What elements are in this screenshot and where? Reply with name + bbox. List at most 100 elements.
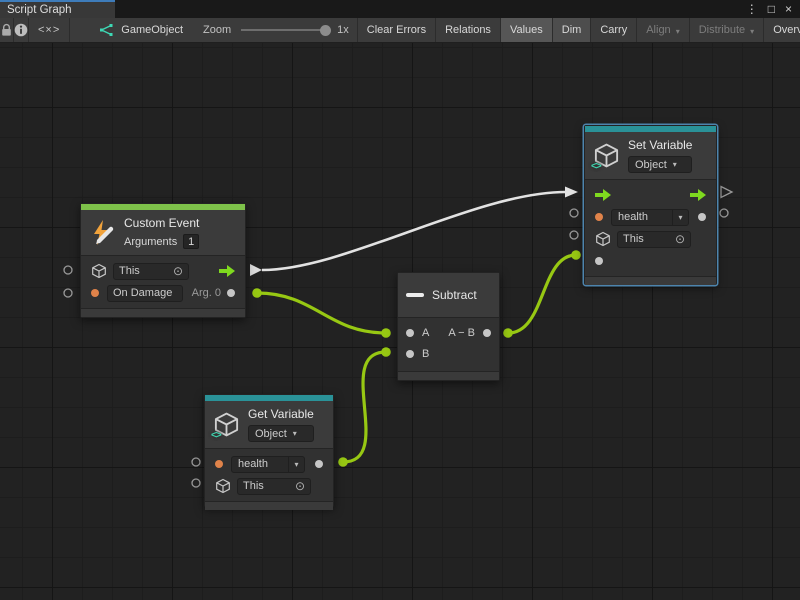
object-picker-icon[interactable]: ⊙: [295, 480, 305, 492]
chevron-down-icon: ▾: [672, 210, 688, 225]
name-port-icon[interactable]: [215, 460, 223, 468]
window-tab-bar: Script Graph ⋮ □ ×: [0, 0, 800, 18]
external-port-circle[interactable]: [570, 231, 578, 239]
value-output-port-icon[interactable]: [698, 213, 706, 221]
variable-cube-icon: <>: [213, 411, 240, 438]
graph-owner-chip[interactable]: GameObject: [92, 18, 189, 42]
variable-scope-dropdown[interactable]: Object ▾: [628, 156, 692, 173]
window-maximize-icon[interactable]: □: [768, 0, 775, 18]
arguments-input[interactable]: 1: [183, 234, 199, 249]
arg-output-port-icon[interactable]: [227, 289, 235, 297]
flow-output-arrow-icon[interactable]: [690, 189, 706, 201]
overview-button[interactable]: Overview: [764, 18, 800, 42]
minus-icon: [406, 293, 424, 297]
window-close-icon[interactable]: ×: [785, 0, 792, 18]
zoom-slider[interactable]: [241, 29, 329, 31]
tab-title: Script Graph: [7, 4, 72, 16]
wire-endpoint[interactable]: [503, 328, 513, 338]
zoom-label: Zoom: [203, 24, 231, 36]
variable-cube-icon: <>: [593, 142, 620, 169]
target-object-field[interactable]: This ⊙: [237, 478, 311, 495]
lock-icon: [0, 23, 13, 37]
object-picker-icon[interactable]: ⊙: [173, 265, 183, 277]
zoom-value: 1x: [337, 24, 349, 36]
flow-input-arrow-icon[interactable]: [595, 189, 611, 201]
wire-endpoint[interactable]: [381, 347, 391, 357]
chevron-down-icon: ▾: [750, 27, 754, 36]
node-title: Subtract: [432, 288, 477, 302]
info-button[interactable]: [14, 18, 29, 42]
port-row-target: This ⊙: [585, 228, 716, 250]
wire-endpoint[interactable]: [571, 250, 581, 260]
output-label: A − B: [448, 327, 475, 339]
node-set-variable[interactable]: <> Set Variable Object ▾: [584, 125, 717, 285]
distribute-dropdown-button[interactable]: Distribute ▾: [690, 18, 764, 42]
target-object-field[interactable]: This ⊙: [617, 231, 691, 248]
align-dropdown-button[interactable]: Align ▾: [637, 18, 689, 42]
input-a-port-icon[interactable]: [406, 329, 414, 337]
external-port-circle[interactable]: [192, 458, 200, 466]
external-port-circle[interactable]: [570, 209, 578, 217]
target-object-field[interactable]: This ⊙: [113, 263, 189, 280]
wire-getvariable-subtract-b[interactable]: [343, 352, 386, 462]
wire-arrowhead-icon: [565, 187, 578, 198]
external-port-circle[interactable]: [64, 266, 72, 274]
event-name-field[interactable]: On Damage: [107, 285, 183, 302]
port-row-target: This ⊙: [205, 475, 333, 497]
arg-port-label: Arg. 0: [192, 287, 221, 299]
flow-output-triangle[interactable]: [250, 264, 262, 276]
output-port-icon[interactable]: [483, 329, 491, 337]
values-toggle-button[interactable]: Values: [501, 18, 553, 42]
wire-endpoint[interactable]: [381, 328, 391, 338]
wire-flow-customevent-setvariable[interactable]: [262, 192, 566, 270]
port-row-name: health ▾: [205, 453, 333, 475]
port-row-a: A A − B: [398, 322, 499, 343]
object-picker-icon[interactable]: ⊙: [675, 233, 685, 245]
wire-subtract-setvariable[interactable]: [508, 255, 576, 333]
variable-name-dropdown[interactable]: health ▾: [231, 456, 305, 473]
wire-endpoint[interactable]: [338, 457, 348, 467]
value-input-port-icon[interactable]: [595, 257, 603, 265]
wire-arg0-subtract-a[interactable]: [257, 293, 386, 333]
wire-endpoint[interactable]: [252, 288, 262, 298]
chevron-down-icon: ▾: [673, 160, 677, 169]
lock-button[interactable]: [0, 18, 14, 42]
node-footer: [585, 276, 716, 285]
port-row-value-input: [585, 250, 716, 272]
value-output-port-icon[interactable]: [315, 460, 323, 468]
value-port-icon[interactable]: [91, 289, 99, 297]
node-title: Set Variable: [628, 138, 692, 152]
variable-name-dropdown[interactable]: health ▾: [611, 209, 689, 226]
node-title: Get Variable: [248, 407, 314, 421]
carry-toggle-button[interactable]: Carry: [591, 18, 637, 42]
node-subtract[interactable]: Subtract A A − B B: [397, 272, 500, 381]
relations-button[interactable]: Relations: [436, 18, 501, 42]
node-custom-event[interactable]: Custom Event Arguments 1 This ⊙: [80, 203, 246, 318]
port-row-flow: [585, 184, 716, 206]
graph-owner-label: GameObject: [121, 24, 183, 36]
external-port-circle[interactable]: [192, 479, 200, 487]
tab-script-graph[interactable]: Script Graph: [0, 0, 115, 18]
cube-icon: [215, 478, 231, 494]
flow-output-arrow-icon[interactable]: [219, 265, 235, 277]
input-b-port-icon[interactable]: [406, 350, 414, 358]
clear-errors-button[interactable]: Clear Errors: [358, 18, 436, 42]
chevron-down-icon: ▾: [288, 457, 304, 472]
port-row-b: B: [398, 343, 499, 364]
chevron-down-icon: ▾: [676, 27, 680, 36]
external-port-circle[interactable]: [720, 209, 728, 217]
code-view-toggle[interactable]: <×>: [29, 18, 70, 42]
graph-canvas[interactable]: Custom Event Arguments 1 This ⊙: [0, 43, 800, 600]
zoom-slider-knob[interactable]: [320, 25, 331, 36]
node-get-variable[interactable]: <> Get Variable Object ▾ health ▾: [204, 394, 334, 507]
variable-scope-dropdown[interactable]: Object ▾: [248, 425, 314, 442]
name-port-icon[interactable]: [595, 213, 603, 221]
zoom-control: Zoom 1x: [203, 18, 357, 42]
cube-icon: [595, 231, 611, 247]
custom-event-icon: [89, 219, 116, 246]
dim-toggle-button[interactable]: Dim: [553, 18, 592, 42]
external-flow-triangle[interactable]: [721, 187, 732, 198]
external-port-circle[interactable]: [64, 289, 72, 297]
graph-toolbar: <×> GameObject Zoom 1x Clear Errors Rela…: [0, 18, 800, 43]
window-menu-icon[interactable]: ⋮: [746, 0, 758, 18]
